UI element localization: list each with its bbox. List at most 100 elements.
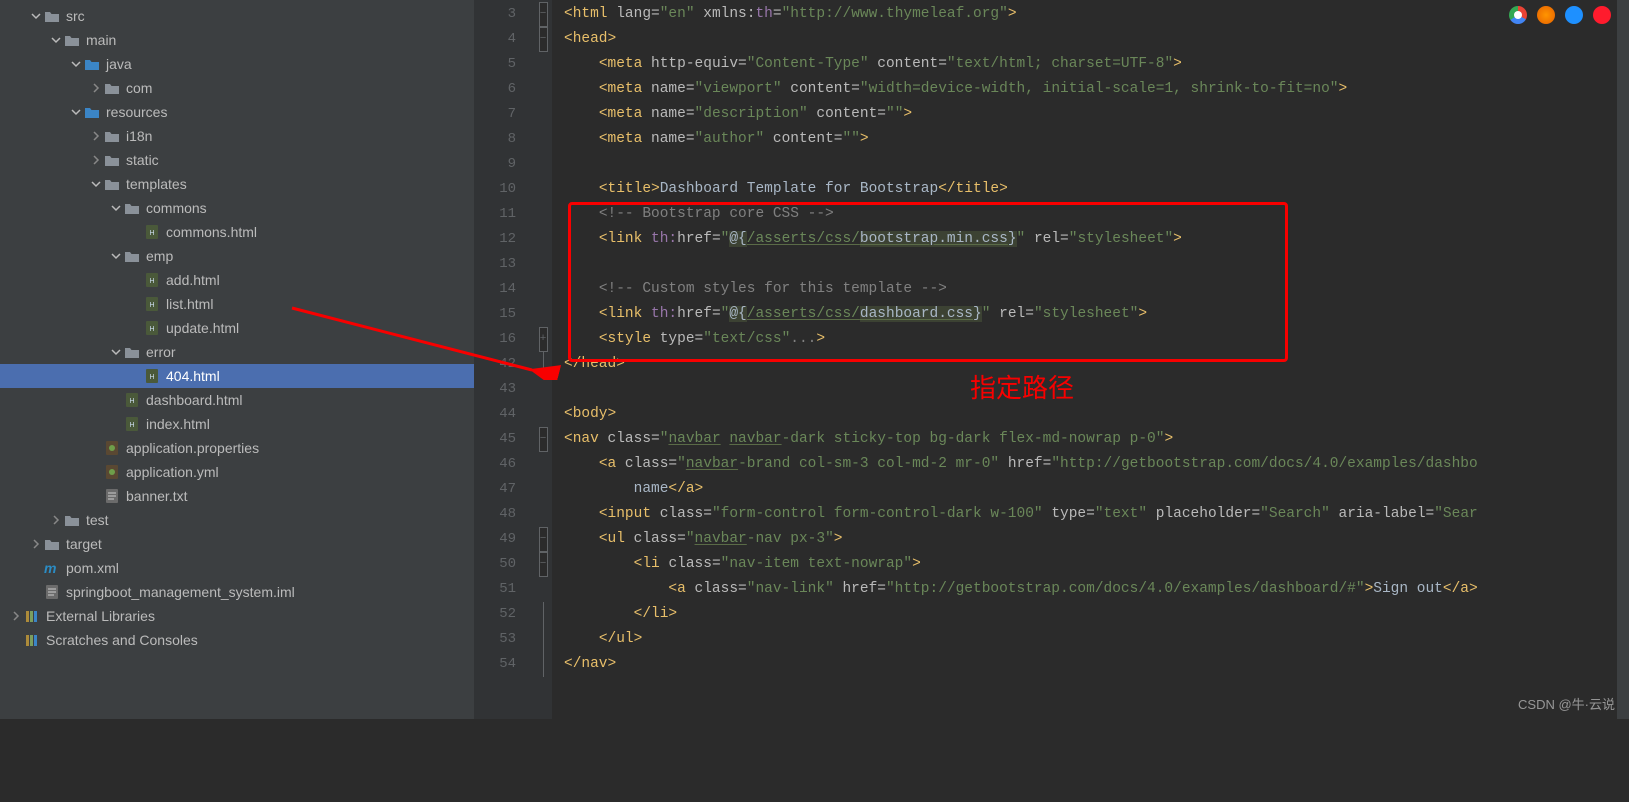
tree-arrow-icon[interactable] (8, 632, 24, 648)
fold-marker[interactable] (534, 627, 552, 652)
fold-marker[interactable] (534, 602, 552, 627)
folder-java[interactable]: java (0, 52, 474, 76)
tree-arrow-icon[interactable] (128, 272, 144, 288)
code-line[interactable]: </nav> (564, 652, 1629, 677)
folder-static[interactable]: static (0, 148, 474, 172)
code-line[interactable]: </ul> (564, 627, 1629, 652)
fold-marker[interactable] (534, 102, 552, 127)
code-line[interactable] (564, 377, 1629, 402)
file-iml[interactable]: springboot_management_system.iml (0, 580, 474, 604)
folder-emp[interactable]: emp (0, 244, 474, 268)
tree-arrow-icon[interactable] (88, 464, 104, 480)
fold-marker[interactable]: − (534, 552, 552, 577)
tree-arrow-icon[interactable] (88, 80, 104, 96)
fold-marker[interactable]: + (534, 327, 552, 352)
fold-marker[interactable] (534, 227, 552, 252)
code-line[interactable]: <li class="nav-item text-nowrap"> (564, 552, 1629, 577)
folder-commons[interactable]: commons (0, 196, 474, 220)
tree-arrow-icon[interactable] (28, 536, 44, 552)
tree-arrow-icon[interactable] (48, 32, 64, 48)
code-area[interactable]: <html lang="en" xmlns:th="http://www.thy… (552, 0, 1629, 719)
code-line[interactable]: <meta name="author" content=""> (564, 127, 1629, 152)
tree-arrow-icon[interactable] (88, 440, 104, 456)
fold-marker[interactable] (534, 77, 552, 102)
folder-error[interactable]: error (0, 340, 474, 364)
fold-marker[interactable] (534, 377, 552, 402)
safari-icon[interactable] (1565, 6, 1583, 24)
code-line[interactable]: <meta http-equiv="Content-Type" content=… (564, 52, 1629, 77)
file-list-html[interactable]: Hlist.html (0, 292, 474, 316)
external-libraries[interactable]: External Libraries (0, 604, 474, 628)
code-line[interactable] (564, 252, 1629, 277)
code-editor[interactable]: 3456789101112131415164243444546474849505… (474, 0, 1629, 719)
file-app-properties[interactable]: application.properties (0, 436, 474, 460)
tree-arrow-icon[interactable] (28, 584, 44, 600)
tree-arrow-icon[interactable] (108, 392, 124, 408)
scratches[interactable]: Scratches and Consoles (0, 628, 474, 652)
editor-scrollbar[interactable] (1617, 0, 1629, 719)
fold-marker[interactable] (534, 52, 552, 77)
folder-test[interactable]: test (0, 508, 474, 532)
code-line[interactable]: <link th:href="@{/asserts/css/bootstrap.… (564, 227, 1629, 252)
tree-arrow-icon[interactable] (68, 56, 84, 72)
folder-src[interactable]: src (0, 4, 474, 28)
project-tree[interactable]: srcmainjavacomresourcesi18nstatictemplat… (0, 0, 474, 719)
fold-marker[interactable] (534, 577, 552, 602)
code-line[interactable]: <body> (564, 402, 1629, 427)
code-line[interactable]: <ul class="navbar-nav px-3"> (564, 527, 1629, 552)
fold-column[interactable]: −−+−−− (534, 0, 552, 719)
firefox-icon[interactable] (1537, 6, 1555, 24)
fold-marker[interactable]: − (534, 427, 552, 452)
folder-main[interactable]: main (0, 28, 474, 52)
tree-arrow-icon[interactable] (108, 416, 124, 432)
file-pom-xml[interactable]: mpom.xml (0, 556, 474, 580)
tree-arrow-icon[interactable] (108, 248, 124, 264)
code-line[interactable]: <style type="text/css"...> (564, 327, 1629, 352)
fold-marker[interactable] (534, 252, 552, 277)
tree-arrow-icon[interactable] (28, 560, 44, 576)
file-update-html[interactable]: Hupdate.html (0, 316, 474, 340)
file-404-html[interactable]: H404.html (0, 364, 474, 388)
folder-resources[interactable]: resources (0, 100, 474, 124)
fold-marker[interactable] (534, 502, 552, 527)
tree-arrow-icon[interactable] (108, 344, 124, 360)
code-line[interactable]: </li> (564, 602, 1629, 627)
code-line[interactable]: name</a> (564, 477, 1629, 502)
tree-arrow-icon[interactable] (88, 488, 104, 504)
file-dashboard-html[interactable]: Hdashboard.html (0, 388, 474, 412)
fold-marker[interactable] (534, 152, 552, 177)
code-line[interactable]: </head> (564, 352, 1629, 377)
file-app-yml[interactable]: application.yml (0, 460, 474, 484)
code-line[interactable]: <!-- Custom styles for this template --> (564, 277, 1629, 302)
tree-arrow-icon[interactable] (128, 368, 144, 384)
tree-arrow-icon[interactable] (128, 320, 144, 336)
tree-arrow-icon[interactable] (128, 224, 144, 240)
code-line[interactable]: <!-- Bootstrap core CSS --> (564, 202, 1629, 227)
tree-arrow-icon[interactable] (88, 152, 104, 168)
fold-marker[interactable] (534, 402, 552, 427)
folder-target[interactable]: target (0, 532, 474, 556)
code-line[interactable]: <head> (564, 27, 1629, 52)
chrome-icon[interactable] (1509, 6, 1527, 24)
file-commons-html[interactable]: Hcommons.html (0, 220, 474, 244)
tree-arrow-icon[interactable] (48, 512, 64, 528)
code-line[interactable]: <meta name="description" content=""> (564, 102, 1629, 127)
fold-marker[interactable] (534, 477, 552, 502)
tree-arrow-icon[interactable] (108, 200, 124, 216)
fold-marker[interactable]: − (534, 27, 552, 52)
tree-arrow-icon[interactable] (88, 176, 104, 192)
fold-marker[interactable] (534, 177, 552, 202)
tree-arrow-icon[interactable] (128, 296, 144, 312)
file-add-html[interactable]: Hadd.html (0, 268, 474, 292)
fold-marker[interactable]: − (534, 2, 552, 27)
fold-marker[interactable] (534, 277, 552, 302)
fold-marker[interactable] (534, 202, 552, 227)
code-line[interactable]: <input class="form-control form-control-… (564, 502, 1629, 527)
folder-com[interactable]: com (0, 76, 474, 100)
fold-marker[interactable] (534, 127, 552, 152)
fold-marker[interactable] (534, 452, 552, 477)
code-line[interactable] (564, 152, 1629, 177)
code-line[interactable]: <title>Dashboard Template for Bootstrap<… (564, 177, 1629, 202)
fold-marker[interactable]: − (534, 527, 552, 552)
code-line[interactable]: <a class="nav-link" href="http://getboot… (564, 577, 1629, 602)
